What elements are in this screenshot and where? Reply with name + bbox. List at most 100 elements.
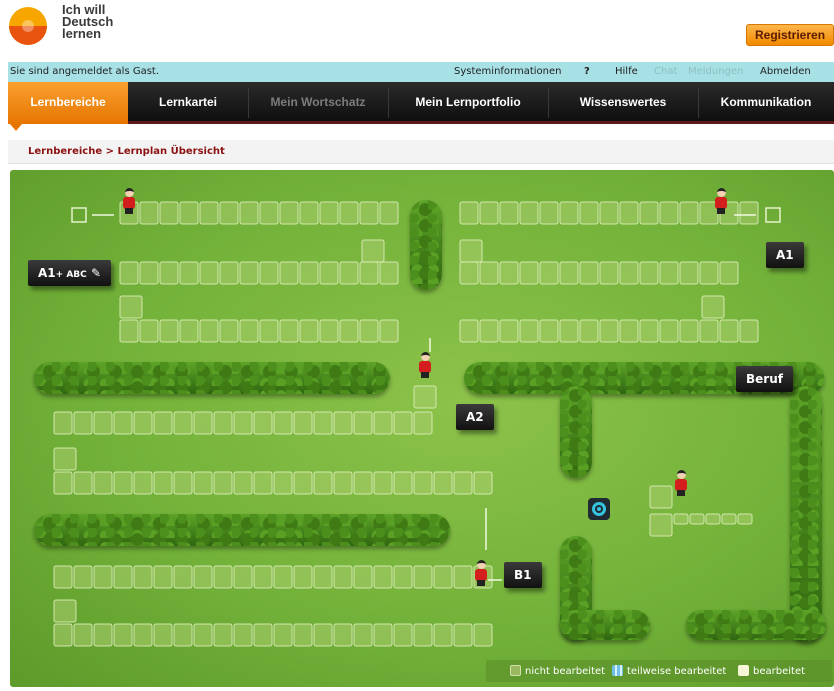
lesson-tile[interactable]	[559, 319, 579, 343]
lesson-tile[interactable]	[673, 513, 689, 525]
lesson-tile[interactable]	[153, 471, 173, 495]
lesson-tile[interactable]	[239, 319, 259, 343]
lesson-tile[interactable]	[539, 201, 559, 225]
lesson-tile[interactable]	[159, 201, 179, 225]
lesson-tile[interactable]	[173, 565, 193, 589]
lesson-tile[interactable]	[373, 565, 393, 589]
lesson-tile[interactable]	[313, 623, 333, 647]
lesson-tile[interactable]	[299, 261, 319, 285]
lesson-tile[interactable]	[689, 513, 705, 525]
lesson-tile[interactable]	[413, 385, 437, 409]
lesson-tile[interactable]	[373, 411, 393, 435]
lesson-tile[interactable]	[213, 471, 233, 495]
lesson-tile[interactable]	[259, 319, 279, 343]
level-badge-a2[interactable]: A2	[456, 404, 494, 430]
lesson-tile[interactable]	[279, 261, 299, 285]
lesson-tile[interactable]	[113, 623, 133, 647]
lesson-tile[interactable]	[719, 319, 739, 343]
lesson-tile[interactable]	[473, 471, 493, 495]
lesson-tile[interactable]	[393, 565, 413, 589]
lesson-tile[interactable]	[333, 623, 353, 647]
logo[interactable]: Ich will Deutsch lernen	[8, 3, 118, 56]
lesson-tile[interactable]	[219, 319, 239, 343]
lesson-tile[interactable]	[93, 565, 113, 589]
system-info-link[interactable]: Systeminformationen	[454, 66, 562, 77]
lesson-tile[interactable]	[279, 319, 299, 343]
lesson-tile[interactable]	[119, 261, 139, 285]
lesson-tile[interactable]	[639, 201, 659, 225]
lesson-tile[interactable]	[701, 295, 725, 319]
lesson-tile[interactable]	[473, 623, 493, 647]
lesson-tile[interactable]	[253, 565, 273, 589]
lesson-tile[interactable]	[639, 261, 659, 285]
lesson-tile[interactable]	[339, 261, 359, 285]
lesson-tile[interactable]	[599, 201, 619, 225]
lesson-tile[interactable]	[193, 623, 213, 647]
lesson-tile[interactable]	[599, 319, 619, 343]
lesson-tile[interactable]	[93, 411, 113, 435]
lesson-tile[interactable]	[359, 319, 379, 343]
lesson-tile[interactable]	[233, 623, 253, 647]
lesson-tile[interactable]	[199, 261, 219, 285]
lesson-tile[interactable]	[279, 201, 299, 225]
lesson-tile[interactable]	[319, 261, 339, 285]
level-badge-b1[interactable]: B1	[504, 562, 542, 588]
lesson-tile[interactable]	[213, 565, 233, 589]
lesson-tile[interactable]	[413, 623, 433, 647]
lesson-tile[interactable]	[173, 411, 193, 435]
lesson-tile[interactable]	[259, 201, 279, 225]
lesson-tile[interactable]	[53, 471, 73, 495]
lesson-tile[interactable]	[159, 319, 179, 343]
lesson-tile[interactable]	[53, 599, 77, 623]
lesson-tile[interactable]	[213, 411, 233, 435]
lesson-tile[interactable]	[453, 471, 473, 495]
lesson-tile[interactable]	[739, 319, 759, 343]
lesson-tile[interactable]	[379, 319, 399, 343]
lesson-tile[interactable]	[113, 411, 133, 435]
lesson-tile[interactable]	[359, 201, 379, 225]
lesson-tile[interactable]	[721, 513, 737, 525]
lesson-tile[interactable]	[193, 411, 213, 435]
lesson-tile[interactable]	[273, 471, 293, 495]
lesson-tile[interactable]	[479, 319, 499, 343]
lesson-tile[interactable]	[699, 319, 719, 343]
lesson-tile[interactable]	[319, 201, 339, 225]
lesson-tile[interactable]	[193, 565, 213, 589]
lesson-tile[interactable]	[353, 471, 373, 495]
lesson-tile[interactable]	[599, 261, 619, 285]
lesson-tile[interactable]	[193, 471, 213, 495]
lesson-tile[interactable]	[659, 201, 679, 225]
lesson-tile[interactable]	[173, 471, 193, 495]
lesson-tile[interactable]	[333, 565, 353, 589]
lesson-tile[interactable]	[53, 411, 73, 435]
lesson-tile[interactable]	[413, 565, 433, 589]
lesson-tile[interactable]	[233, 565, 253, 589]
lesson-tile[interactable]	[179, 261, 199, 285]
lesson-tile[interactable]	[519, 319, 539, 343]
lesson-tile[interactable]	[433, 471, 453, 495]
lesson-tile[interactable]	[519, 201, 539, 225]
lesson-tile[interactable]	[639, 319, 659, 343]
lesson-tile[interactable]	[239, 201, 259, 225]
lesson-tile[interactable]	[239, 261, 259, 285]
lesson-tile[interactable]	[619, 261, 639, 285]
lesson-tile[interactable]	[299, 201, 319, 225]
lesson-tile[interactable]	[499, 261, 519, 285]
lesson-tile[interactable]	[719, 261, 739, 285]
lesson-tile[interactable]	[313, 411, 333, 435]
level-badge-a1-abc[interactable]: A1+ ABC ✎	[28, 260, 111, 286]
lesson-tile[interactable]	[539, 319, 559, 343]
lesson-tile[interactable]	[579, 319, 599, 343]
lesson-tile[interactable]	[479, 201, 499, 225]
lesson-tile[interactable]	[253, 623, 273, 647]
lesson-tile[interactable]	[433, 565, 453, 589]
level-badge-beruf[interactable]: Beruf	[736, 366, 793, 392]
lesson-tile[interactable]	[333, 411, 353, 435]
lesson-tile[interactable]	[361, 239, 385, 263]
lesson-tile[interactable]	[579, 261, 599, 285]
lesson-tile[interactable]	[559, 201, 579, 225]
help-link[interactable]: Hilfe	[615, 66, 638, 77]
lesson-tile[interactable]	[539, 261, 559, 285]
lesson-tile[interactable]	[299, 319, 319, 343]
lesson-tile[interactable]	[53, 565, 73, 589]
